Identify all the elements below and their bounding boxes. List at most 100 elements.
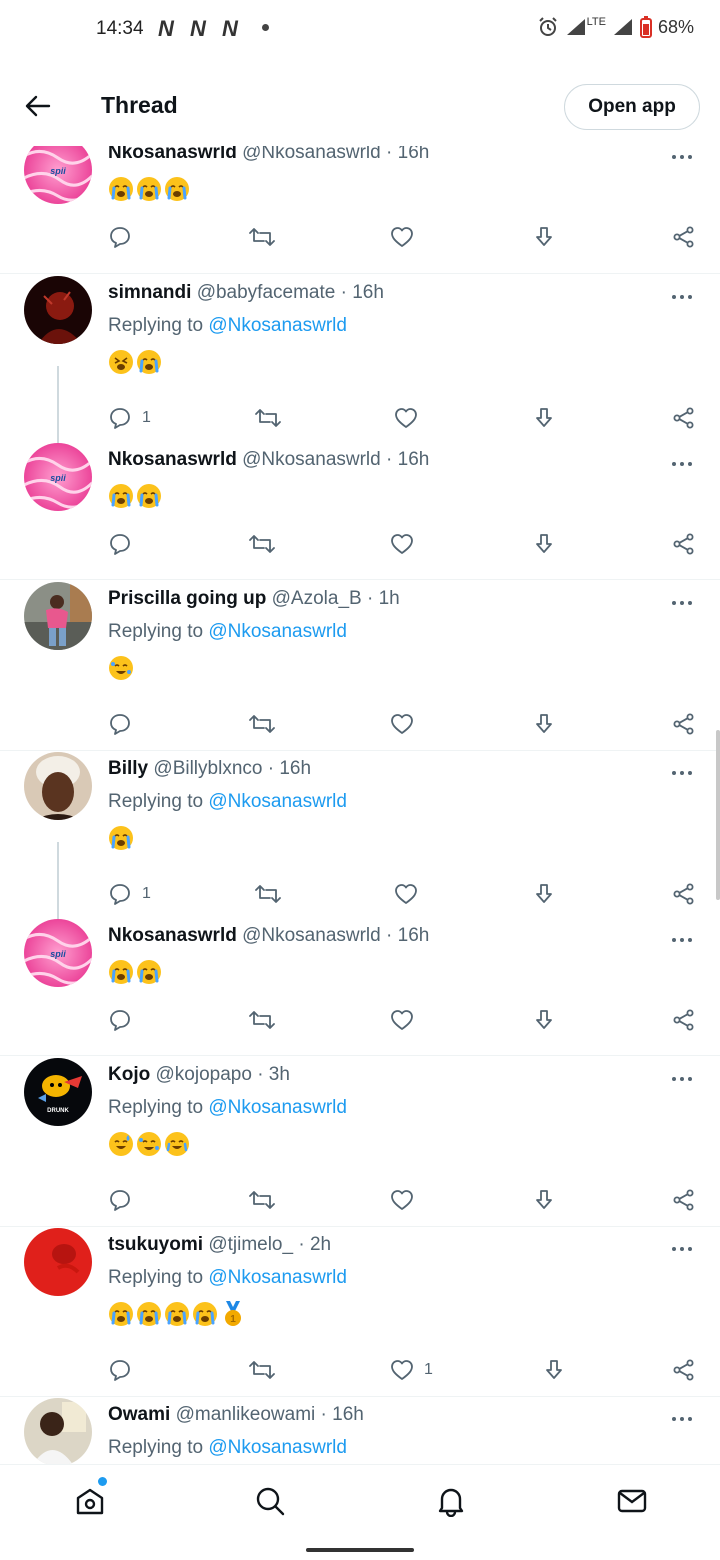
retweet-button[interactable] <box>254 403 282 433</box>
user-handle[interactable]: @Nkosanaswrld <box>242 146 381 163</box>
like-button[interactable] <box>390 1005 414 1035</box>
gold-medal-emoji-icon: 1 <box>225 1301 241 1326</box>
user-handle[interactable]: @babyfacemate <box>197 282 336 303</box>
user-handle[interactable]: @Billyblxnco <box>153 758 262 779</box>
more-options-button[interactable] <box>672 152 698 162</box>
nav-search[interactable] <box>250 1481 290 1521</box>
download-button[interactable] <box>532 403 556 433</box>
user-name[interactable]: Priscilla going up <box>108 588 266 609</box>
reply-button[interactable] <box>108 1005 132 1035</box>
share-button[interactable] <box>672 1355 696 1385</box>
more-options-button[interactable] <box>672 598 698 608</box>
thread-feed[interactable]: spii Nkosanaswrld @Nkosanaswrld · 16h simn… <box>0 146 720 1464</box>
share-button[interactable] <box>672 1005 696 1035</box>
like-button[interactable] <box>394 403 418 433</box>
retweet-button[interactable] <box>254 879 282 909</box>
reply-button[interactable] <box>108 1355 132 1385</box>
retweet-button[interactable] <box>248 1355 276 1385</box>
nav-home[interactable] <box>70 1481 110 1521</box>
share-button[interactable] <box>672 222 696 252</box>
user-name[interactable]: Nkosanaswrld <box>108 146 237 163</box>
like-button[interactable] <box>390 709 414 739</box>
tweet-divider <box>0 1396 720 1397</box>
share-button[interactable] <box>672 709 696 739</box>
reply-button[interactable] <box>108 1185 132 1215</box>
nav-notifications[interactable] <box>431 1481 471 1521</box>
like-button[interactable] <box>390 529 414 559</box>
mention-link[interactable]: @Nkosanaswrld <box>208 621 347 642</box>
retweet-button[interactable] <box>248 222 276 252</box>
share-button[interactable] <box>672 879 696 909</box>
scrollbar[interactable] <box>716 730 720 900</box>
share-button[interactable] <box>672 529 696 559</box>
more-icon <box>672 462 676 466</box>
user-name[interactable]: Billy <box>108 758 148 779</box>
avatar[interactable] <box>24 1228 92 1296</box>
user-handle[interactable]: @manlikeowami <box>176 1404 316 1425</box>
download-button[interactable] <box>532 222 556 252</box>
more-options-button[interactable] <box>672 935 698 945</box>
reply-button[interactable]: 1 <box>108 879 151 909</box>
mention-link[interactable]: @Nkosanaswrld <box>208 1437 347 1458</box>
reply-button[interactable] <box>108 529 132 559</box>
mention-link[interactable]: @Nkosanaswrld <box>208 315 347 336</box>
download-button[interactable] <box>542 1355 566 1385</box>
retweet-button[interactable] <box>248 1005 276 1035</box>
retweet-button[interactable] <box>248 709 276 739</box>
mention-link[interactable]: @Nkosanaswrld <box>208 1267 347 1288</box>
user-name[interactable]: Kojo <box>108 1064 150 1085</box>
like-button[interactable] <box>394 879 418 909</box>
more-options-button[interactable] <box>672 768 698 778</box>
more-options-button[interactable] <box>672 292 698 302</box>
more-icon <box>672 1247 676 1251</box>
reply-button[interactable] <box>108 709 132 739</box>
share-button[interactable] <box>672 1185 696 1215</box>
like-button[interactable] <box>390 222 414 252</box>
reply-button[interactable] <box>108 222 132 252</box>
download-button[interactable] <box>532 1005 556 1035</box>
avatar[interactable] <box>24 1398 92 1464</box>
retweet-button[interactable] <box>248 529 276 559</box>
avatar[interactable] <box>24 276 92 344</box>
open-app-button[interactable]: Open app <box>564 84 700 130</box>
more-options-button[interactable] <box>672 1244 698 1254</box>
avatar[interactable]: spii <box>24 443 92 511</box>
user-handle[interactable]: @Nkosanaswrld <box>242 925 381 946</box>
nav-messages[interactable] <box>612 1481 652 1521</box>
avatar[interactable] <box>24 752 92 820</box>
avatar[interactable]: spii <box>24 146 92 204</box>
user-handle[interactable]: @kojopapo <box>156 1064 252 1085</box>
avatar[interactable]: spii <box>24 919 92 987</box>
mention-link[interactable]: @Nkosanaswrld <box>208 1097 347 1118</box>
download-button[interactable] <box>532 709 556 739</box>
back-button[interactable] <box>20 88 56 124</box>
download-button[interactable] <box>532 879 556 909</box>
more-options-button[interactable] <box>672 1414 698 1424</box>
gesture-bar[interactable] <box>306 1548 414 1552</box>
avatar[interactable]: DRUNK <box>24 1058 92 1126</box>
user-name[interactable]: tsukuyomi <box>108 1234 203 1255</box>
like-button[interactable] <box>390 1185 414 1215</box>
mention-link[interactable]: @Nkosanaswrld <box>208 791 347 812</box>
status-right: LTE 68% <box>537 16 694 38</box>
user-handle[interactable]: @tjimelo_ <box>208 1234 293 1255</box>
more-icon <box>672 295 676 299</box>
like-button[interactable]: 1 <box>390 1355 433 1385</box>
more-options-button[interactable] <box>672 1074 698 1084</box>
user-handle[interactable]: @Azola_B <box>272 588 362 609</box>
user-name[interactable]: simnandi <box>108 282 191 303</box>
user-name[interactable]: Nkosanaswrld <box>108 925 237 946</box>
retweet-button[interactable] <box>248 1185 276 1215</box>
share-button[interactable] <box>672 403 696 433</box>
home-icon <box>76 1488 104 1515</box>
download-button[interactable] <box>532 1185 556 1215</box>
reply-button[interactable]: 1 <box>108 403 151 433</box>
share-icon <box>673 1189 694 1211</box>
user-name[interactable]: Nkosanaswrld <box>108 449 237 470</box>
search-icon <box>256 1487 285 1516</box>
user-handle[interactable]: @Nkosanaswrld <box>242 449 381 470</box>
user-name[interactable]: Owami <box>108 1404 170 1425</box>
avatar[interactable] <box>24 582 92 650</box>
more-options-button[interactable] <box>672 459 698 469</box>
download-button[interactable] <box>532 529 556 559</box>
